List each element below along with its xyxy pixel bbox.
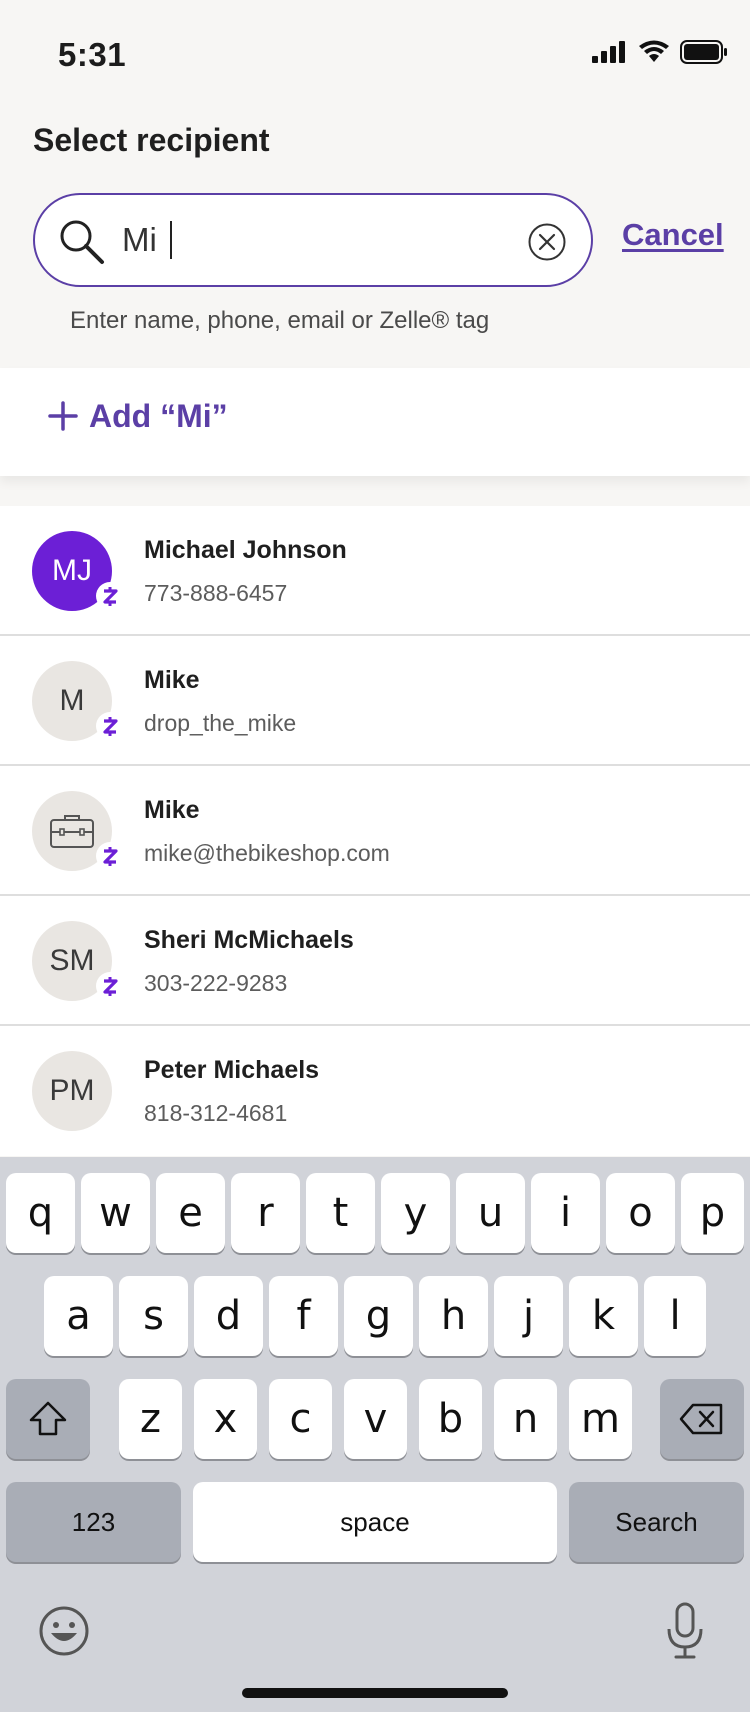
zelle-icon — [96, 712, 124, 740]
contact-name: Peter Michaels — [144, 1056, 320, 1084]
shift-key[interactable] — [6, 1379, 90, 1459]
contact-name: Mike — [144, 666, 200, 694]
key-m[interactable]: m — [569, 1379, 632, 1459]
key-f[interactable]: f — [269, 1276, 338, 1356]
add-recipient-label: Add “Mi” — [89, 398, 228, 434]
contact-name: Michael Johnson — [144, 536, 347, 564]
cancel-button[interactable]: Cancel — [622, 217, 724, 253]
key-e[interactable]: e — [156, 1173, 225, 1253]
contact-name: Mike — [144, 796, 200, 824]
avatar: PM — [32, 1051, 112, 1131]
contact-detail: 818-312-4681 — [144, 1100, 288, 1126]
status-bar: 5:31 — [0, 0, 750, 110]
space-key[interactable]: space — [193, 1482, 557, 1562]
key-j[interactable]: j — [494, 1276, 563, 1356]
key-u[interactable]: u — [456, 1173, 525, 1253]
header: Select recipient Mi Cancel Enter name, p… — [0, 110, 750, 368]
status-icons — [592, 40, 728, 64]
add-recipient-button[interactable]: Add “Mi” — [0, 368, 750, 476]
home-indicator — [242, 1688, 508, 1698]
clear-icon[interactable] — [527, 222, 567, 262]
search-value[interactable]: Mi — [122, 221, 157, 259]
contact-row[interactable]: Mike mike@thebikeshop.com — [0, 766, 750, 896]
contact-detail: 773-888-6457 — [144, 580, 288, 606]
emoji-icon[interactable] — [38, 1605, 90, 1657]
key-t[interactable]: t — [306, 1173, 375, 1253]
key-a[interactable]: a — [44, 1276, 113, 1356]
key-n[interactable]: n — [494, 1379, 557, 1459]
search-key[interactable]: Search — [569, 1482, 744, 1562]
signal-icon — [592, 41, 625, 63]
text-caret — [170, 221, 172, 259]
key-c[interactable]: c — [269, 1379, 332, 1459]
key-s[interactable]: s — [119, 1276, 188, 1356]
key-l[interactable]: l — [644, 1276, 706, 1356]
delete-key[interactable] — [660, 1379, 744, 1459]
contact-row[interactable]: SM Sheri McMichaels 303-222-9283 — [0, 896, 750, 1026]
battery-icon — [680, 40, 727, 64]
contact-row[interactable]: MJ Michael Johnson 773-888-6457 — [0, 506, 750, 636]
zelle-icon — [96, 582, 124, 610]
contact-detail: mike@thebikeshop.com — [144, 840, 390, 866]
backspace-icon — [679, 1403, 723, 1435]
status-time: 5:31 — [58, 36, 127, 73]
key-r[interactable]: r — [231, 1173, 300, 1253]
key-o[interactable]: o — [606, 1173, 675, 1253]
plus-icon — [48, 401, 78, 431]
key-w[interactable]: w — [81, 1173, 150, 1253]
key-q[interactable]: q — [6, 1173, 75, 1253]
contact-detail: drop_the_mike — [144, 710, 297, 736]
search-icon — [60, 220, 104, 264]
contact-detail: 303-222-9283 — [144, 970, 288, 996]
briefcase-icon — [50, 815, 94, 848]
key-v[interactable]: v — [344, 1379, 407, 1459]
keyboard: q w e r t y u i o p a s d f g h j k l z … — [0, 1157, 750, 1712]
search-hint: Enter name, phone, email or Zelle® tag — [70, 307, 490, 334]
contact-name: Sheri McMichaels — [144, 926, 354, 954]
wifi-icon — [639, 40, 669, 62]
numbers-key[interactable]: 123 — [6, 1482, 181, 1562]
key-i[interactable]: i — [531, 1173, 600, 1253]
zelle-icon — [96, 842, 124, 870]
key-k[interactable]: k — [569, 1276, 638, 1356]
microphone-icon[interactable] — [664, 1601, 706, 1661]
zelle-icon — [96, 972, 124, 1000]
key-d[interactable]: d — [194, 1276, 263, 1356]
page-title: Select recipient — [33, 122, 270, 158]
key-g[interactable]: g — [344, 1276, 413, 1356]
shift-icon — [29, 1401, 67, 1436]
key-p[interactable]: p — [681, 1173, 744, 1253]
contact-row[interactable]: M Mike drop_the_mike — [0, 636, 750, 766]
key-y[interactable]: y — [381, 1173, 450, 1253]
key-x[interactable]: x — [194, 1379, 257, 1459]
key-h[interactable]: h — [419, 1276, 488, 1356]
search-input[interactable]: Mi — [33, 193, 593, 287]
contact-list: MJ Michael Johnson 773-888-6457 M Mike d… — [0, 506, 750, 1156]
key-b[interactable]: b — [419, 1379, 482, 1459]
key-z[interactable]: z — [119, 1379, 182, 1459]
contact-row[interactable]: PM Peter Michaels 818-312-4681 — [0, 1026, 750, 1156]
